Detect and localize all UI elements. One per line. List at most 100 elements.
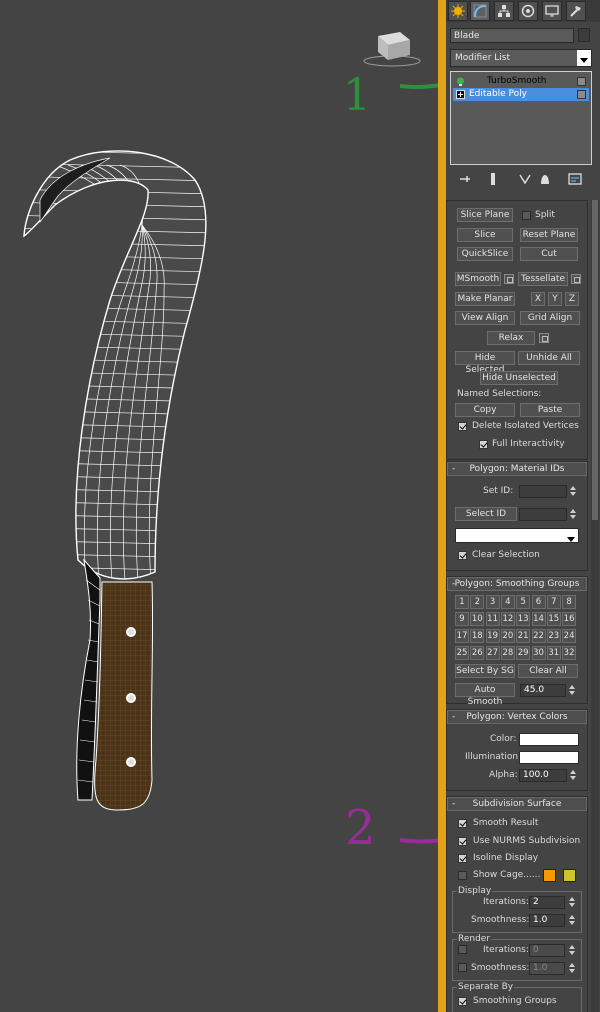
object-color-swatch[interactable] (578, 28, 590, 42)
hierarchy-tab[interactable] (494, 1, 514, 21)
smoothing-group-button[interactable]: 3 (485, 595, 500, 609)
auto-smooth-button[interactable]: Auto Smooth (455, 683, 515, 707)
vertex-colors-header[interactable]: - Polygon: Vertex Colors (447, 710, 587, 724)
object-name-field[interactable]: Blade (450, 28, 574, 43)
vertex-color-swatch[interactable] (519, 733, 579, 746)
smoothing-group-button[interactable]: 15 (546, 612, 561, 626)
reset-plane-button[interactable]: Reset Plane (520, 228, 578, 242)
paste-button[interactable]: Paste (520, 403, 580, 417)
isoline-display-checkbox[interactable] (458, 854, 467, 863)
make-unique-icon[interactable] (518, 172, 532, 186)
use-nurms-checkbox[interactable] (458, 837, 467, 846)
smoothness-spinner[interactable] (568, 914, 576, 927)
smoothing-group-button[interactable]: 4 (500, 595, 515, 609)
iterations-input[interactable]: 2 (529, 896, 565, 909)
auto-smooth-spinner[interactable] (568, 684, 576, 697)
smoothing-group-button[interactable]: 31 (546, 646, 561, 660)
smoothing-group-button[interactable]: 13 (516, 612, 531, 626)
utilities-tab[interactable] (566, 1, 586, 21)
smoothing-group-button[interactable]: 5 (516, 595, 531, 609)
stack-item-editable-poly[interactable]: Editable Poly (453, 88, 589, 101)
smoothing-group-button[interactable]: 7 (546, 595, 561, 609)
smoothing-group-button[interactable]: 10 (470, 612, 485, 626)
smoothing-group-button[interactable]: 18 (470, 629, 485, 643)
grid-align-button[interactable]: Grid Align (520, 311, 580, 325)
smoothing-group-button[interactable]: 23 (546, 629, 561, 643)
smoothing-group-button[interactable]: 2 (470, 595, 485, 609)
clear-all-button[interactable]: Clear All (518, 664, 578, 678)
smoothing-group-button[interactable]: 32 (562, 646, 577, 660)
create-tab[interactable] (448, 1, 468, 21)
smoothing-group-button[interactable]: 24 (562, 629, 577, 643)
show-cage-checkbox[interactable] (458, 871, 467, 880)
planar-x-button[interactable]: X (531, 292, 545, 306)
render-iterations-checkbox[interactable] (458, 945, 467, 954)
smooth-result-checkbox[interactable] (458, 819, 467, 828)
auto-smooth-threshold-input[interactable]: 45.0 (520, 684, 566, 697)
render-smoothness-input[interactable]: 1.0 (529, 962, 565, 975)
smoothing-group-button[interactable]: 16 (562, 612, 577, 626)
panel-scrollbar[interactable] (591, 200, 599, 1012)
smoothing-group-button[interactable]: 17 (455, 629, 469, 643)
smoothing-group-button[interactable]: 28 (500, 646, 515, 660)
modifier-toggle[interactable] (577, 77, 586, 86)
smoothing-group-button[interactable]: 1 (455, 595, 469, 609)
expand-plus-icon[interactable] (456, 90, 465, 99)
cage-color-swatch[interactable] (543, 869, 556, 882)
smoothing-group-button[interactable]: 25 (455, 646, 469, 660)
scrollbar-thumb[interactable] (592, 200, 598, 520)
modify-tab[interactable] (470, 1, 490, 21)
iterations-spinner[interactable] (568, 896, 576, 909)
select-id-input[interactable] (519, 508, 567, 521)
motion-tab[interactable] (518, 1, 538, 21)
cut-button[interactable]: Cut (520, 247, 578, 261)
smoothing-group-button[interactable]: 22 (531, 629, 546, 643)
make-planar-button[interactable]: Make Planar (455, 292, 515, 306)
split-checkbox[interactable] (522, 211, 531, 220)
modifier-list-dropdown[interactable]: Modifier List (450, 49, 592, 67)
select-id-button[interactable]: Select ID (455, 507, 517, 521)
smoothing-group-button[interactable]: 21 (516, 629, 531, 643)
remove-modifier-icon[interactable] (538, 172, 552, 186)
stack-item-turbosmooth[interactable]: TurboSmooth (453, 75, 589, 88)
smoothing-groups-header[interactable]: - Polygon: Smoothing Groups (447, 577, 587, 591)
smoothing-group-button[interactable]: 19 (485, 629, 500, 643)
select-by-sg-button[interactable]: Select By SG (455, 664, 515, 678)
relax-settings-button[interactable] (539, 333, 549, 343)
render-smoothness-checkbox[interactable] (458, 963, 467, 972)
set-id-input[interactable] (519, 485, 567, 498)
smoothing-group-button[interactable]: 29 (516, 646, 531, 660)
smoothing-group-button[interactable]: 27 (485, 646, 500, 660)
hide-selected-button[interactable]: Hide Selected (455, 351, 515, 375)
rollout-scroll-area[interactable]: Slice Plane Split Slice Reset Plane Quic… (446, 200, 590, 1012)
smoothing-group-button[interactable]: 30 (531, 646, 546, 660)
hide-unselected-button[interactable]: Hide Unselected (480, 371, 558, 385)
tessellate-button[interactable]: Tessellate (518, 272, 568, 286)
msmooth-settings-button[interactable] (504, 274, 514, 284)
planar-z-button[interactable]: Z (565, 292, 579, 306)
modifier-toggle[interactable] (577, 90, 586, 99)
quickslice-button[interactable]: QuickSlice (457, 247, 513, 261)
view-align-button[interactable]: View Align (455, 311, 515, 325)
subdivision-surface-header[interactable]: - Subdivision Surface (447, 797, 587, 811)
material-name-dropdown[interactable] (455, 528, 579, 543)
tessellate-settings-button[interactable] (571, 274, 581, 284)
smoothing-group-button[interactable]: 12 (500, 612, 515, 626)
render-iterations-input[interactable]: 0 (529, 944, 565, 957)
relax-button[interactable]: Relax (487, 331, 535, 345)
unhide-all-button[interactable]: Unhide All (518, 351, 580, 365)
alpha-input[interactable]: 100.0 (519, 769, 567, 782)
slice-button[interactable]: Slice (457, 228, 513, 242)
render-smoothness-spinner[interactable] (568, 962, 576, 975)
perspective-viewport[interactable]: 1 2 (0, 0, 438, 1012)
viewcube[interactable] (363, 32, 421, 67)
illumination-color-swatch[interactable] (519, 751, 579, 764)
lightbulb-icon[interactable] (456, 77, 465, 86)
smoothing-group-button[interactable]: 9 (455, 612, 469, 626)
smoothing-group-button[interactable]: 11 (485, 612, 500, 626)
planar-y-button[interactable]: Y (548, 292, 562, 306)
smoothing-group-button[interactable]: 6 (531, 595, 546, 609)
set-id-spinner[interactable] (569, 485, 577, 498)
smoothing-group-button[interactable]: 20 (500, 629, 515, 643)
display-tab[interactable] (542, 1, 562, 21)
